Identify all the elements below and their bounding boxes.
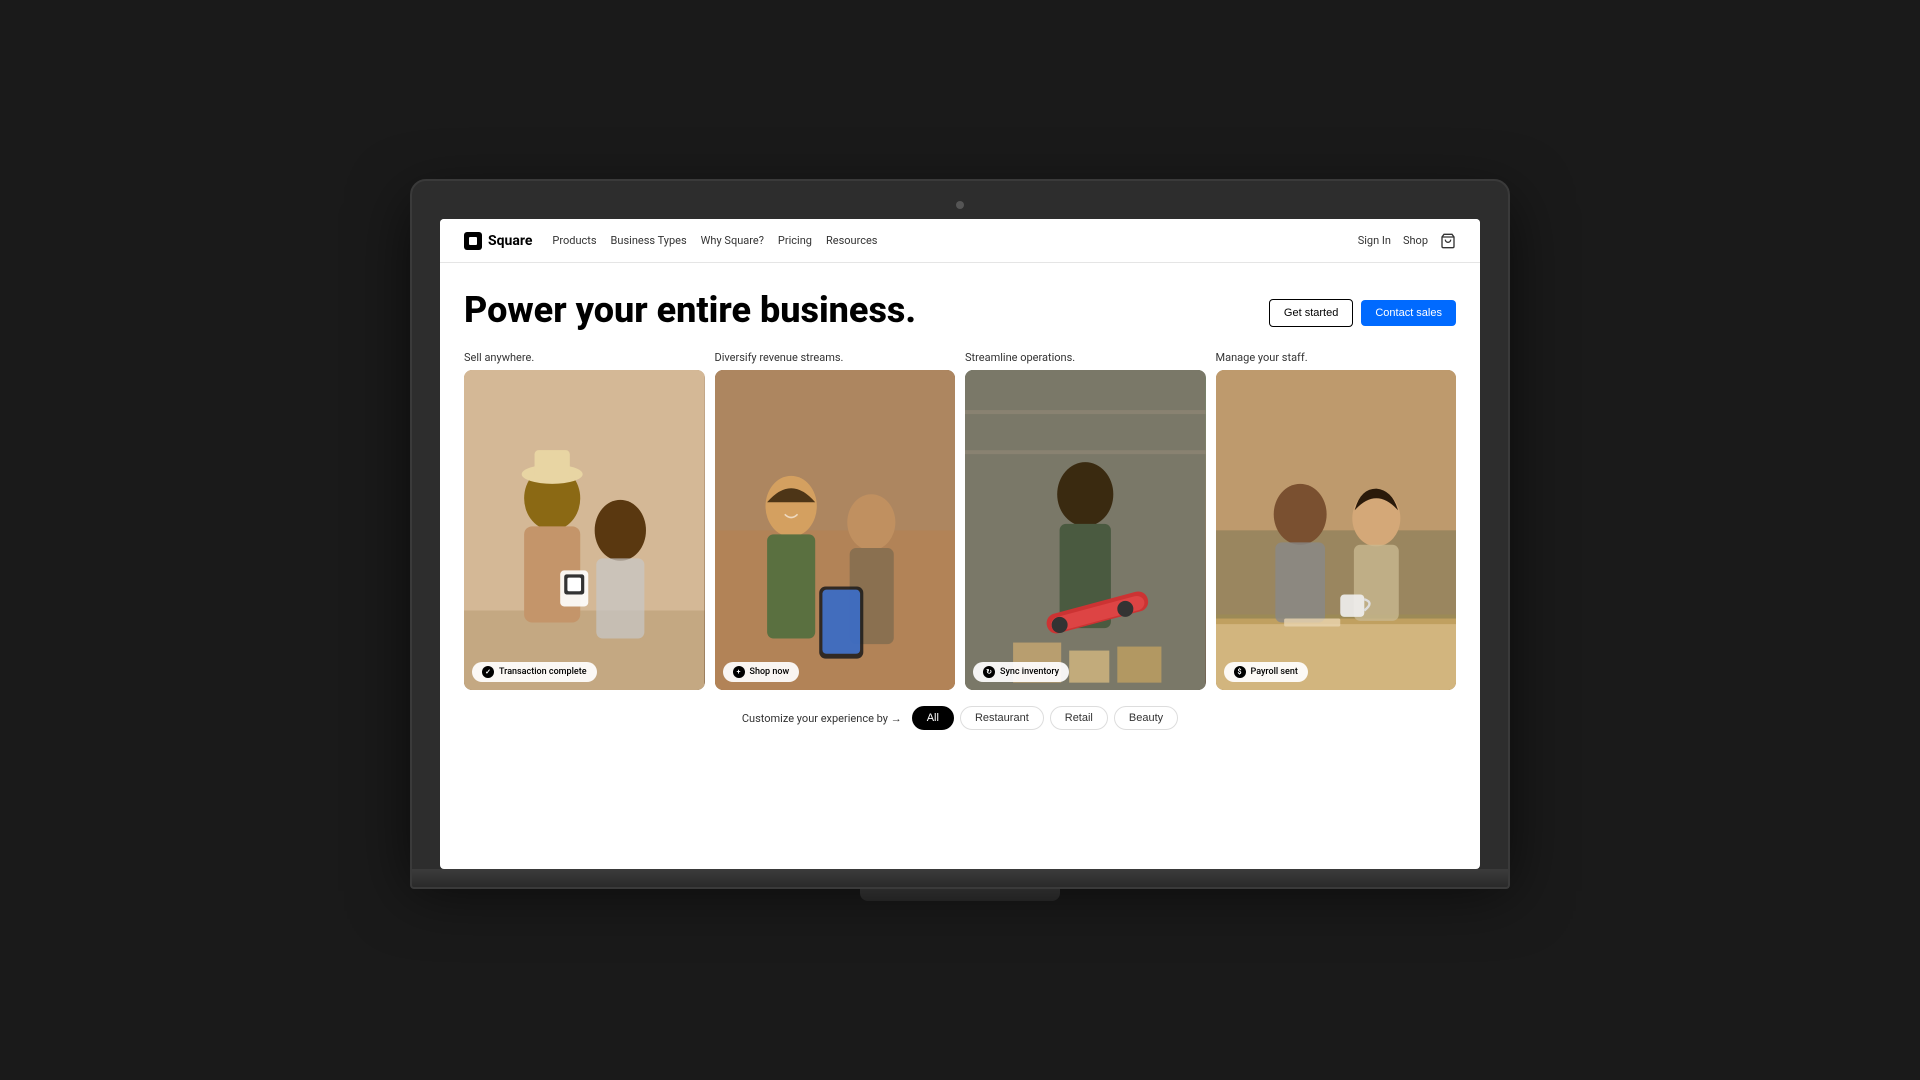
logo[interactable]: Square xyxy=(464,232,532,250)
square-logo-icon xyxy=(464,232,482,250)
overlay-text-1: Shop now xyxy=(750,667,790,677)
card-label-0: Sell anywhere. xyxy=(464,351,705,364)
sync-icon: ↻ xyxy=(983,666,995,678)
card-visual-1 xyxy=(464,370,705,691)
laptop-camera xyxy=(956,201,964,209)
sign-in-link[interactable]: Sign In xyxy=(1358,234,1391,247)
card-sell-anywhere[interactable]: ✓ Transaction complete xyxy=(464,370,705,691)
logo-text: Square xyxy=(488,233,532,249)
card-image-1 xyxy=(464,370,705,691)
overlay-text-0: Transaction complete xyxy=(499,667,587,677)
overlay-text-3: Payroll sent xyxy=(1251,667,1298,677)
pill-retail[interactable]: Retail xyxy=(1050,706,1108,730)
card-label-3: Manage your staff. xyxy=(1216,351,1457,364)
cards-grid: ✓ Transaction complete xyxy=(464,370,1456,691)
website: Square Products Business Types Why Squar… xyxy=(440,219,1480,869)
nav-link-pricing[interactable]: Pricing xyxy=(778,234,812,247)
nav-link-business-types[interactable]: Business Types xyxy=(611,234,687,247)
nav-links: Products Business Types Why Square? Pric… xyxy=(552,234,877,247)
laptop-stand xyxy=(860,889,1060,901)
card-overlay-0: ✓ Transaction complete xyxy=(472,662,597,682)
nav-right: Sign In Shop xyxy=(1358,233,1456,249)
card-image-4 xyxy=(1216,370,1457,691)
hero-content: Power your entire business. Get started … xyxy=(464,291,1456,331)
card-manage-staff[interactable]: $ Payroll sent xyxy=(1216,370,1457,691)
card-label-2: Streamline operations. xyxy=(965,351,1206,364)
laptop-container: Square Products Business Types Why Squar… xyxy=(410,179,1510,901)
card-overlay-3: $ Payroll sent xyxy=(1224,662,1308,682)
cart-icon[interactable] xyxy=(1440,233,1456,249)
filter-section: Customize your experience by → All Resta… xyxy=(440,690,1480,746)
overlay-text-2: Sync inventory xyxy=(1000,667,1059,677)
laptop-base xyxy=(410,871,1510,889)
filter-label: Customize your experience by → xyxy=(742,712,902,725)
laptop-body: Square Products Business Types Why Squar… xyxy=(410,179,1510,871)
card-label-1: Diversify revenue streams. xyxy=(715,351,956,364)
navigation: Square Products Business Types Why Squar… xyxy=(440,219,1480,263)
plus-icon: + xyxy=(733,666,745,678)
hero-title: Power your entire business. xyxy=(464,291,916,331)
nav-link-why-square[interactable]: Why Square? xyxy=(701,234,764,247)
card-image-3 xyxy=(965,370,1206,691)
contact-sales-button[interactable]: Contact sales xyxy=(1361,300,1456,326)
nav-link-resources[interactable]: Resources xyxy=(826,234,878,247)
payroll-icon: $ xyxy=(1234,666,1246,678)
filter-pills: All Restaurant Retail Beauty xyxy=(912,706,1178,730)
get-started-button[interactable]: Get started xyxy=(1269,299,1353,327)
shop-link[interactable]: Shop xyxy=(1403,234,1428,247)
card-diversify[interactable]: + Shop now xyxy=(715,370,956,691)
check-icon: ✓ xyxy=(482,666,494,678)
cards-labels: Sell anywhere. Diversify revenue streams… xyxy=(464,351,1456,364)
card-visual-2 xyxy=(715,370,956,691)
laptop-screen: Square Products Business Types Why Squar… xyxy=(440,219,1480,869)
hero-buttons: Get started Contact sales xyxy=(1269,299,1456,327)
pill-beauty[interactable]: Beauty xyxy=(1114,706,1178,730)
card-visual-4 xyxy=(1216,370,1457,691)
nav-link-products[interactable]: Products xyxy=(552,234,596,247)
card-image-2 xyxy=(715,370,956,691)
cards-section: Sell anywhere. Diversify revenue streams… xyxy=(440,351,1480,691)
card-streamline[interactable]: ↻ Sync inventory xyxy=(965,370,1206,691)
hero-section: Power your entire business. Get started … xyxy=(440,263,1480,351)
card-overlay-1: + Shop now xyxy=(723,662,800,682)
pill-restaurant[interactable]: Restaurant xyxy=(960,706,1044,730)
card-overlay-2: ↻ Sync inventory xyxy=(973,662,1069,682)
pill-all[interactable]: All xyxy=(912,706,954,730)
nav-left: Square Products Business Types Why Squar… xyxy=(464,232,877,250)
card-visual-3 xyxy=(965,370,1206,691)
